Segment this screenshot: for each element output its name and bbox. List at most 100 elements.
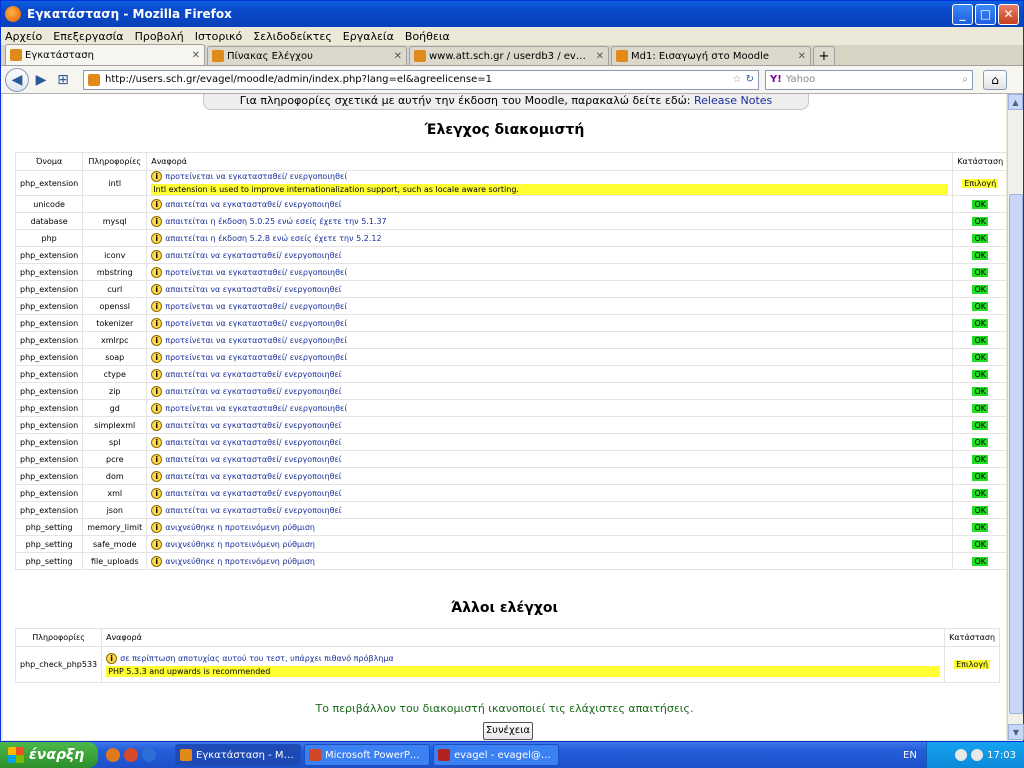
info-icon[interactable]: i (151, 453, 163, 465)
continue-button[interactable]: Συνέχεια (483, 722, 533, 740)
status-badge: OK (972, 335, 988, 345)
check-status: OK (952, 484, 1006, 502)
url-bar[interactable]: http://users.sch.gr/evagel/moodle/admin/… (83, 69, 759, 90)
info-icon[interactable]: i (151, 171, 163, 182)
scroll-down-arrow-icon[interactable]: ▼ (1008, 724, 1024, 740)
start-button[interactable]: έναρξη (0, 742, 98, 768)
info-icon[interactable]: i (151, 538, 163, 550)
tab-moodle-intro[interactable]: Md1: Εισαγωγή στο Moodle ✕ (611, 46, 811, 65)
info-icon[interactable]: i (151, 470, 163, 482)
info-icon[interactable]: i (151, 198, 163, 210)
tab-phpmyadmin[interactable]: www.att.sch.gr / userdb3 / evagel_db1 |.… (409, 46, 609, 65)
powerpoint-icon (309, 749, 321, 761)
close-tab-icon[interactable]: ✕ (596, 51, 604, 62)
info-icon[interactable]: i (151, 215, 163, 227)
check-report: i απαιτείται η έκδοση 5.2.8 ενώ εσείς έχε… (146, 229, 954, 247)
vertical-scrollbar[interactable]: ▲ ▼ (1007, 94, 1024, 740)
close-tab-icon[interactable]: ✕ (798, 51, 806, 62)
menu-history[interactable]: Ιστορικό (195, 30, 243, 43)
menu-bookmarks[interactable]: Σελιδοδείκτες (253, 30, 332, 43)
check-report: i προτείνεται να εγκατασταθεί/ ενεργοποιη… (146, 348, 954, 366)
taskbar-item-firefox[interactable]: Εγκατάσταση - Mozill... (175, 744, 301, 766)
check-status: OK (952, 552, 1006, 570)
home-button[interactable]: ⌂ (983, 69, 1007, 90)
status-badge: OK (972, 352, 988, 362)
info-icon[interactable]: i (151, 351, 163, 363)
info-icon[interactable]: i (151, 419, 163, 431)
minimize-button[interactable]: _ (952, 3, 973, 25)
check-status: OK (952, 365, 1006, 383)
info-icon[interactable]: i (151, 487, 163, 499)
menu-file[interactable]: Αρχείο (5, 30, 42, 43)
check-info: simplexml (82, 416, 148, 434)
info-icon[interactable]: i (151, 266, 163, 278)
info-icon[interactable]: i (151, 436, 163, 448)
info-icon[interactable]: i (151, 402, 163, 414)
close-tab-icon[interactable]: ✕ (192, 50, 200, 61)
forward-button[interactable]: ▶ (31, 70, 51, 90)
info-icon[interactable]: i (151, 368, 163, 380)
check-name: php_setting (14, 518, 84, 536)
col-header-info: Πληροφορίες (14, 628, 103, 647)
close-tab-icon[interactable]: ✕ (394, 51, 402, 62)
back-button[interactable]: ◀ (5, 67, 29, 92)
app-launch-icon[interactable] (124, 748, 138, 762)
check-report: i προτείνεται να εγκατασταθεί/ ενεργοποιη… (146, 399, 954, 417)
check-name: database (14, 212, 84, 230)
check-status: OK (952, 314, 1006, 332)
search-input[interactable]: Yahoo (786, 74, 963, 85)
check-name: php_extension (14, 263, 84, 281)
new-tab-button[interactable]: + (813, 46, 835, 65)
scrollbar-thumb[interactable] (1009, 194, 1023, 714)
info-icon[interactable]: i (151, 232, 163, 244)
info-icon[interactable]: i (151, 249, 163, 261)
scroll-up-arrow-icon[interactable]: ▲ (1008, 94, 1023, 110)
bookmark-star-icon[interactable]: ☆ (733, 74, 742, 85)
table-row: php_extension mbstring i προτείνεται να εγκ… (14, 263, 1006, 281)
info-icon[interactable]: i (151, 300, 163, 312)
table-row: php_extension xml i απαιτείται να εγκαταστα… (14, 484, 1006, 502)
search-bar[interactable]: Y! Yahoo ⌕ (765, 69, 973, 90)
ie-launch-icon[interactable] (142, 748, 156, 762)
taskbar-item-filezilla[interactable]: evagel - evagel@use... (433, 744, 559, 766)
close-window-button[interactable]: ✕ (998, 3, 1019, 25)
menu-edit[interactable]: Επεξεργασία (53, 30, 123, 43)
info-icon[interactable]: i (106, 652, 118, 664)
check-report: i ανιχνεύθηκε η προτεινόμενη ρύθμιση (146, 518, 954, 536)
info-icon[interactable]: i (151, 385, 163, 397)
network-icon[interactable] (955, 749, 968, 761)
tab-strip: Εγκατάσταση ✕ Πίνακας Ελέγχου ✕ www.att.… (1, 44, 1023, 66)
info-icon[interactable]: i (151, 283, 163, 295)
start-label: έναρξη (29, 747, 85, 763)
maximize-button[interactable]: □ (975, 3, 996, 25)
check-report: i απαιτείται να εγκατασταθεί/ ενεργοποιηθ… (146, 433, 954, 451)
reload-icon[interactable]: ↻ (746, 74, 754, 85)
release-notes-link[interactable]: Release Notes (694, 94, 772, 107)
site-identity-icon[interactable]: ⊞ (53, 70, 73, 90)
info-icon[interactable]: i (151, 317, 163, 329)
info-icon[interactable]: i (151, 521, 163, 533)
info-icon[interactable]: i (151, 555, 163, 567)
search-icon[interactable]: ⌕ (962, 74, 968, 85)
report-text: απαιτείται να εγκατασταθεί/ ενεργοποιηθε… (165, 369, 342, 379)
yahoo-icon[interactable]: Y! (770, 74, 782, 85)
environment-message: Το περιβάλλον του διακομιστή ικανοποιεί … (315, 702, 694, 715)
firefox-launch-icon[interactable] (106, 748, 120, 762)
taskbar-item-powerpoint[interactable]: Microsoft PowerPoint ... (304, 744, 430, 766)
check-report: i απαιτείται να εγκατασταθεί/ ενεργοποιηθ… (146, 450, 954, 468)
table-row: php_extension soap i προτείνεται να εγκατασ… (14, 348, 1006, 366)
report-text: απαιτείται να εγκατασταθεί/ ενεργοποιηθε… (165, 505, 342, 515)
language-indicator[interactable]: EN (903, 750, 917, 761)
check-info: zip (82, 382, 148, 400)
tab-control-panel[interactable]: Πίνακας Ελέγχου ✕ (207, 46, 407, 65)
menu-help[interactable]: Βοήθεια (405, 30, 450, 43)
tab-install[interactable]: Εγκατάσταση ✕ (5, 44, 205, 65)
menu-tools[interactable]: Εργαλεία (343, 30, 394, 43)
tab-label: Πίνακας Ελέγχου (227, 50, 313, 62)
volume-icon[interactable] (971, 749, 984, 761)
menu-view[interactable]: Προβολή (135, 30, 184, 43)
info-icon[interactable]: i (151, 334, 163, 346)
server-check-title: Έλεγχος διακομιστή (424, 122, 585, 138)
url-text[interactable]: http://users.sch.gr/evagel/moodle/admin/… (105, 74, 729, 85)
info-icon[interactable]: i (151, 504, 163, 516)
